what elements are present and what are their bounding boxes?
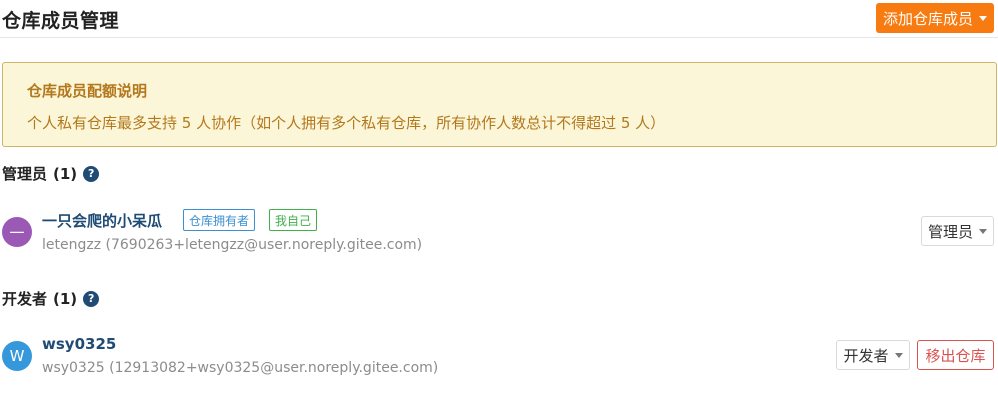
section-count: (1) xyxy=(53,164,78,183)
owner-badge: 仓库拥有者 xyxy=(183,209,256,231)
member-email: letengzz (7690263+letengzz@user.noreply.… xyxy=(42,237,423,253)
quota-notice: 仓库成员配额说明 个人私有仓库最多支持 5 人协作（如个人拥有多个私有仓库，所有… xyxy=(2,62,997,147)
add-member-button-label: 添加仓库成员 xyxy=(882,9,973,28)
section-title-label: 开发者 xyxy=(2,290,48,308)
help-icon[interactable]: ? xyxy=(83,290,100,307)
avatar[interactable]: W xyxy=(2,341,32,371)
notice-title: 仓库成员配额说明 xyxy=(27,82,148,100)
chevron-down-icon xyxy=(979,228,987,234)
section-title-admins: 管理员 (1) ? xyxy=(2,163,100,184)
chevron-down-icon xyxy=(894,352,903,358)
add-member-button[interactable]: 添加仓库成员 xyxy=(876,3,994,33)
member-row: W wsy0325 wsy0325 (12913082+wsy0325@user… xyxy=(0,330,998,386)
avatar[interactable]: 一 xyxy=(2,217,32,247)
help-icon[interactable]: ? xyxy=(83,165,100,182)
role-dropdown[interactable]: 管理员 xyxy=(921,216,994,246)
section-title-label: 管理员 xyxy=(2,165,48,183)
member-name[interactable]: wsy0325 xyxy=(42,335,116,353)
chevron-down-icon xyxy=(979,15,987,21)
remove-member-button[interactable]: 移出仓库 xyxy=(917,340,994,370)
member-email: wsy0325 (12913082+wsy0325@user.noreply.g… xyxy=(42,360,439,376)
role-dropdown-label: 开发者 xyxy=(843,346,889,365)
member-name[interactable]: 一只会爬的小呆瓜 xyxy=(42,210,162,231)
self-badge: 我自己 xyxy=(269,209,318,231)
notice-text: 个人私有仓库最多支持 5 人协作（如个人拥有多个私有仓库，所有协作人数总计不得超… xyxy=(27,114,666,132)
role-dropdown-label: 管理员 xyxy=(927,222,973,241)
page-title: 仓库成员管理 xyxy=(2,10,120,32)
section-title-developers: 开发者 (1) ? xyxy=(2,288,100,309)
page-header: 仓库成员管理 添加仓库成员 xyxy=(0,0,998,38)
section-count: (1) xyxy=(53,289,78,308)
member-row: 一 一只会爬的小呆瓜 仓库拥有者 我自己 letengzz (7690263+l… xyxy=(0,205,998,261)
role-dropdown[interactable]: 开发者 xyxy=(836,340,910,370)
